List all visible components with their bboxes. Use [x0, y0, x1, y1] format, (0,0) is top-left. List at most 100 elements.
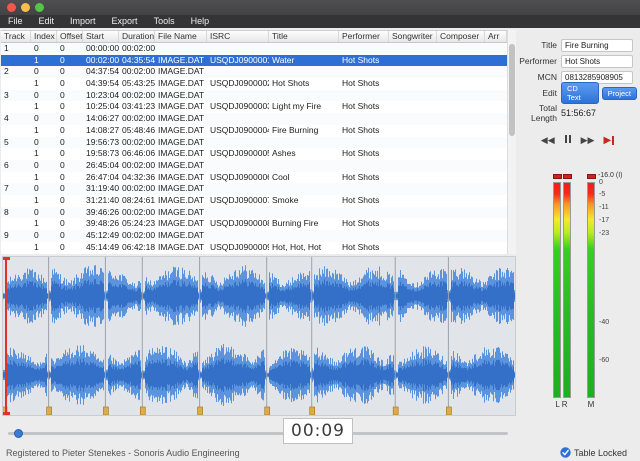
table-cell — [437, 137, 485, 149]
meter-scale-tick: -11 — [599, 204, 609, 211]
table-cell — [389, 160, 437, 172]
menu-item-help[interactable]: Help — [183, 15, 218, 28]
table-cell — [207, 113, 269, 125]
mono-meter-label: M — [587, 400, 595, 409]
close-button[interactable] — [7, 3, 16, 12]
zoom-button[interactable] — [35, 3, 44, 12]
table-cell: 5 — [1, 137, 31, 149]
column-header[interactable]: File Name — [155, 31, 207, 42]
table-cell: IMAGE.DAT — [155, 207, 207, 219]
pause-button[interactable] — [564, 134, 572, 146]
table-cell — [389, 242, 437, 254]
table-cell — [207, 90, 269, 102]
clip-led-left[interactable] — [553, 174, 562, 179]
column-header[interactable]: Track — [1, 31, 31, 42]
column-header[interactable]: Performer — [339, 31, 389, 42]
column-header[interactable]: ISRC — [207, 31, 269, 42]
seek-slider[interactable] — [8, 432, 508, 435]
table-row[interactable]: 80039:46:2600:02:00IMAGE.DAT — [1, 207, 507, 219]
table-cell — [437, 230, 485, 242]
table-cell: 00:02:00 — [119, 43, 155, 55]
table-cell — [389, 101, 437, 113]
seek-slider-thumb[interactable] — [14, 429, 23, 438]
table-row[interactable]: 1045:14:4906:42:18IMAGE.DATUSQDJ0900009H… — [1, 242, 507, 254]
title-field[interactable]: Fire Burning — [561, 39, 633, 52]
table-locked-indicator[interactable]: Table Locked — [560, 447, 627, 458]
table-cell — [437, 113, 485, 125]
table-cell: 00:02:00 — [119, 207, 155, 219]
transport-controls: ◀◀ ▶▶ ▶ — [515, 134, 640, 146]
table-cell: 0 — [57, 207, 83, 219]
table-cell: 2 — [1, 66, 31, 78]
table-row[interactable]: 1019:58:7306:46:06IMAGE.DATUSQDJ0900005A… — [1, 148, 507, 160]
column-header[interactable]: Title — [269, 31, 339, 42]
table-row[interactable]: 1014:08:2705:48:46IMAGE.DATUSQDJ0900004F… — [1, 125, 507, 137]
level-meter-mono — [587, 182, 595, 398]
table-cell: 1 — [31, 242, 57, 254]
status-bar: Registered to Pieter Stenekes - Sonoris … — [0, 445, 640, 461]
fast-forward-button[interactable]: ▶▶ — [581, 134, 595, 146]
menu-item-export[interactable]: Export — [104, 15, 146, 28]
table-cell: 00:02:00 — [119, 137, 155, 149]
meter-scale-tick: -40 — [599, 319, 609, 326]
table-row[interactable]: 1010:25:0403:41:23IMAGE.DATUSQDJ0900003L… — [1, 101, 507, 113]
table-cell — [339, 43, 389, 55]
table-row[interactable]: 40014:06:2700:02:00IMAGE.DAT — [1, 113, 507, 125]
cd-text-button[interactable]: CD Text — [561, 82, 599, 104]
table-cell — [389, 207, 437, 219]
table-cell: Hot Shots — [339, 172, 389, 184]
table-row[interactable]: 70031:19:4000:02:00IMAGE.DAT — [1, 183, 507, 195]
table-cell — [485, 183, 507, 195]
table-cell: IMAGE.DAT — [155, 230, 207, 242]
table-row[interactable]: 1031:21:4008:24:61IMAGE.DATUSQDJ0900007S… — [1, 195, 507, 207]
menu-item-import[interactable]: Import — [62, 15, 104, 28]
column-header[interactable]: Composer — [437, 31, 485, 42]
waveform-display[interactable] — [2, 256, 516, 416]
meter-scale-tick: -60 — [599, 357, 609, 364]
table-cell: IMAGE.DAT — [155, 90, 207, 102]
project-button[interactable]: Project — [602, 87, 637, 100]
table-row[interactable]: 60026:45:0400:02:00IMAGE.DAT — [1, 160, 507, 172]
table-cell — [269, 183, 339, 195]
menu-item-tools[interactable]: Tools — [146, 15, 183, 28]
table-row[interactable]: 1000:02:0004:35:54IMAGE.DATUSQDJ0900001W… — [1, 55, 507, 67]
table-cell — [1, 55, 31, 67]
table-row[interactable]: 1039:48:2605:24:23IMAGE.DATUSQDJ0900008B… — [1, 218, 507, 230]
table-row[interactable]: 20004:37:5400:02:00IMAGE.DAT — [1, 66, 507, 78]
clip-led-mono[interactable] — [587, 174, 596, 179]
menu-item-file[interactable]: File — [0, 15, 31, 28]
table-cell — [437, 172, 485, 184]
table-row[interactable]: 1004:39:5405:43:25IMAGE.DATUSQDJ0900002H… — [1, 78, 507, 90]
table-cell — [339, 160, 389, 172]
minimize-button[interactable] — [21, 3, 30, 12]
table-row[interactable]: 50019:56:7300:02:00IMAGE.DAT — [1, 137, 507, 149]
stereo-meter-label: L R — [551, 400, 572, 409]
menu-item-edit[interactable]: Edit — [31, 15, 63, 28]
table-row[interactable]: 30010:23:0400:02:00IMAGE.DAT — [1, 90, 507, 102]
table-cell — [437, 160, 485, 172]
table-cell: 1 — [1, 43, 31, 55]
column-header[interactable]: Index — [31, 31, 57, 42]
clip-led-right[interactable] — [563, 174, 572, 179]
column-header[interactable]: Duration — [119, 31, 155, 42]
table-cell — [485, 242, 507, 254]
meter-scale: 0-5-11-17-23-40-60 — [599, 182, 629, 398]
table-cell: 1 — [31, 172, 57, 184]
table-cell: 03:41:23 — [119, 101, 155, 113]
table-cell — [437, 218, 485, 230]
table-cell — [389, 148, 437, 160]
table-cell — [485, 43, 507, 55]
table-row[interactable]: 10000:00:0000:02:00 — [1, 43, 507, 55]
column-header[interactable]: Arr — [485, 31, 507, 42]
table-row[interactable]: 1026:47:0404:32:36IMAGE.DATUSQDJ0900006C… — [1, 172, 507, 184]
table-row[interactable]: 90045:12:4900:02:00IMAGE.DAT — [1, 230, 507, 242]
play-to-end-button[interactable]: ▶ — [603, 135, 614, 146]
table-cell: Hot Shots — [339, 55, 389, 67]
rewind-button[interactable]: ◀◀ — [541, 134, 555, 146]
performer-field[interactable]: Hot Shots — [561, 55, 633, 68]
time-display: 00:09 — [283, 418, 353, 444]
column-header[interactable]: Start — [83, 31, 119, 42]
table-cell — [269, 160, 339, 172]
column-header[interactable]: Songwriter — [389, 31, 437, 42]
column-header[interactable]: Offset — [57, 31, 83, 42]
